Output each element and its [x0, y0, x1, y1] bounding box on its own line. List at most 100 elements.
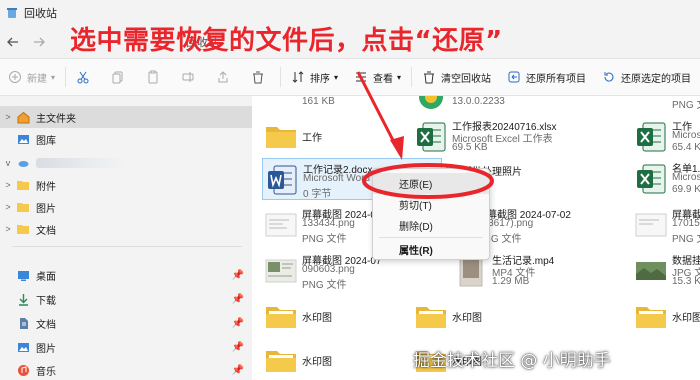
- file-size: 161 KB: [302, 96, 335, 107]
- toolbar-divider: [411, 67, 413, 87]
- nav-attachments-label: 附件: [36, 181, 56, 193]
- pin-icon: 📌: [231, 364, 244, 376]
- paste-button[interactable]: [138, 63, 173, 91]
- menu-divider: [379, 237, 483, 238]
- pictures-icon: [16, 340, 30, 354]
- restore-all-label: 还原所有项目: [526, 73, 587, 85]
- file-type: Micros: [672, 130, 700, 141]
- restore-icon: [604, 72, 614, 82]
- file-item[interactable]: 名单1.x Micros 69.9 K: [622, 158, 700, 198]
- file-name-line2: 133434.png: [302, 218, 355, 229]
- folder-item[interactable]: 水印图: [252, 340, 402, 380]
- command-bar: 新建 ▾ 排序 ▾ 查看 ▾ 清空回收站 还原所有项目 还原选定的项目: [0, 58, 700, 96]
- pin-icon: 📌: [231, 269, 244, 281]
- clipboard-icon: [148, 70, 158, 84]
- share-button[interactable]: [208, 63, 243, 91]
- folder-item[interactable]: 工作: [252, 116, 402, 156]
- view-label: 查看: [373, 73, 394, 85]
- folder-icon: [16, 178, 30, 192]
- file-size: 65.4 K: [672, 142, 700, 153]
- file-type: Micros: [672, 172, 700, 183]
- nav-item-music[interactable]: 音乐 📌: [0, 359, 252, 380]
- nav-item-documents-quick[interactable]: 文档 📌: [0, 312, 252, 334]
- file-item[interactable]: 工作 Micros 65.4 K: [622, 116, 700, 156]
- nav-item-documents[interactable]: > 文档: [0, 218, 252, 240]
- nav-item-downloads[interactable]: 下载 📌: [0, 288, 252, 310]
- restore-all-button[interactable]: 还原所有项目: [499, 63, 594, 91]
- file-version: 13.0.0.2233: [452, 96, 505, 107]
- file-name: 水印图: [452, 313, 482, 324]
- watermark: 掘金技术社区 @ 小明助手: [413, 351, 611, 371]
- cloud-icon: [16, 156, 30, 170]
- chevron-right-icon: >: [5, 224, 11, 234]
- nav-item-pictures-quick[interactable]: 图片 📌: [0, 336, 252, 358]
- empty-recycle-bin-button[interactable]: 清空回收站: [414, 63, 499, 91]
- file-item[interactable]: 屏幕截 17015 PNG 文: [622, 204, 700, 245]
- nav-item-pictures[interactable]: > 图片: [0, 196, 252, 218]
- menu-item-restore[interactable]: 还原(E): [373, 173, 489, 194]
- folder-item[interactable]: 水印图: [622, 296, 700, 336]
- rename-button[interactable]: [173, 63, 208, 91]
- pin-icon: 📌: [231, 317, 244, 329]
- recycle-bin-window: 回收站 回收站 新建 ▾ 排序 ▾ 查看 ▾ 清空回收站 还原所有项目 还原选定…: [0, 0, 700, 380]
- navigation-pane: > 主文件夹 图库 v > 附件 > 图片 > 文档 桌面 📌 下载 📌 文档 …: [0, 96, 252, 380]
- sort-button[interactable]: 排序 ▾: [283, 63, 346, 91]
- app-icon: [419, 96, 443, 109]
- sort-label: 排序: [310, 73, 331, 85]
- copy-icon: [112, 71, 123, 84]
- chevron-down-icon: v: [5, 158, 11, 168]
- nav-item-account[interactable]: v: [0, 152, 252, 174]
- copy-button[interactable]: [103, 63, 138, 91]
- home-icon: [16, 110, 30, 124]
- file-size: 0 字节: [303, 189, 332, 200]
- new-button[interactable]: 新建 ▾: [0, 63, 63, 91]
- file-size: 1.29 MB: [492, 276, 530, 287]
- folder-icon: [416, 307, 446, 328]
- folder-icon: [16, 222, 30, 236]
- chevron-right-icon: >: [5, 112, 11, 122]
- menu-item-properties[interactable]: 属性(R): [373, 239, 489, 260]
- folder-icon: [16, 200, 30, 214]
- word-file-icon: [268, 165, 297, 195]
- folder-item[interactable]: 水印图: [252, 296, 402, 336]
- folder-icon: [266, 127, 296, 148]
- share-icon: [218, 71, 228, 83]
- file-item[interactable]: 数据挂 JPG 文件 15.3 K: [622, 250, 700, 290]
- file-size: 69.9 K: [672, 184, 700, 195]
- folder-item[interactable]: 水印图: [402, 296, 622, 336]
- pin-icon: 📌: [231, 341, 244, 353]
- file-item[interactable]: 屏幕截图 2024-07-02 153617).png PNG 文件: [477, 204, 622, 245]
- menu-item-cut[interactable]: 剪切(T): [373, 194, 489, 215]
- gallery-icon: [16, 132, 30, 146]
- sort-icon: [292, 71, 304, 83]
- nav-gallery-label: 图库: [36, 135, 56, 147]
- nav-item-home[interactable]: > 主文件夹: [0, 106, 252, 128]
- empty-recycle-bin-label: 清空回收站: [441, 73, 492, 85]
- trash-icon: [253, 71, 264, 84]
- restore-selected-button[interactable]: 还原选定的项目: [594, 63, 699, 91]
- delete-button[interactable]: [243, 63, 278, 91]
- window-title: 回收站: [24, 8, 57, 20]
- image-thumbnail-icon: [636, 262, 666, 280]
- file-size: 69.5 KB: [452, 142, 488, 153]
- file-type: PNG 文: [672, 234, 700, 245]
- file-item[interactable]: 工作报表20240716.xlsx Microsoft Excel 工作表 69…: [402, 116, 622, 156]
- menu-item-delete[interactable]: 删除(D): [373, 215, 489, 236]
- nav-item-attachments[interactable]: > 附件: [0, 174, 252, 196]
- chevron-right-icon: >: [5, 180, 11, 190]
- new-label: 新建: [27, 73, 47, 85]
- cut-button[interactable]: [68, 63, 103, 91]
- file-name: 工作: [302, 133, 322, 144]
- pin-icon: 📌: [231, 293, 244, 305]
- forward-button[interactable]: [26, 29, 52, 55]
- nav-divider: [12, 246, 242, 247]
- context-menu: 还原(E) 剪切(T) 删除(D) 属性(R): [372, 168, 490, 260]
- back-button[interactable]: [0, 29, 26, 55]
- toolbar-divider: [280, 67, 282, 87]
- nav-item-gallery[interactable]: 图库: [0, 128, 252, 150]
- view-button[interactable]: 查看 ▾: [346, 63, 409, 91]
- nav-item-desktop[interactable]: 桌面 📌: [0, 264, 252, 286]
- restore-selected-label: 还原选定的项目: [621, 73, 692, 85]
- arrow-right-icon: [34, 37, 45, 47]
- file-name: 水印图: [672, 313, 700, 324]
